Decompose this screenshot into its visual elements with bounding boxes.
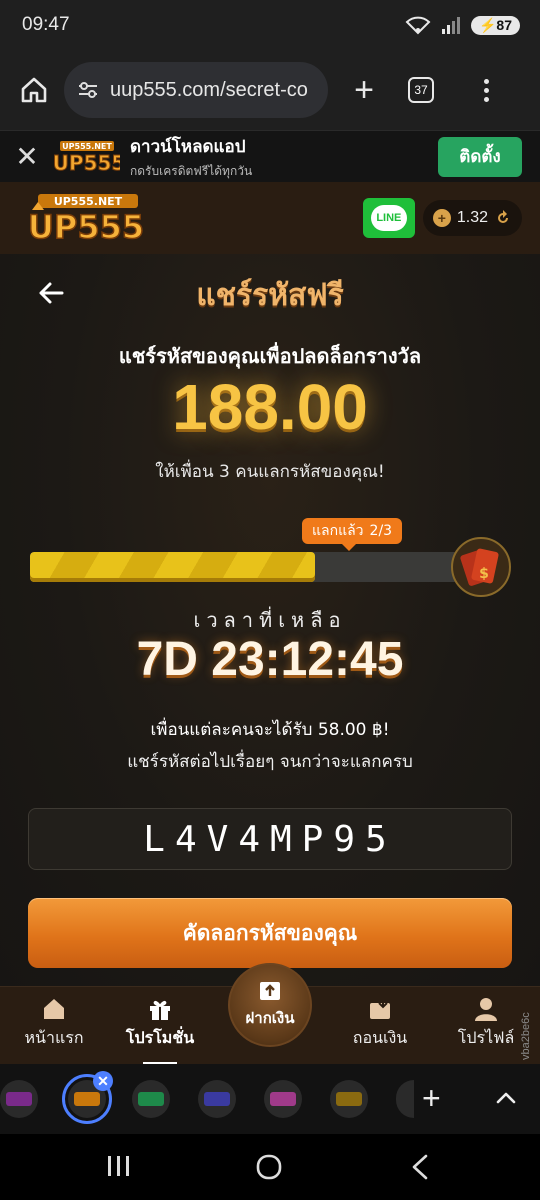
progress-fill — [30, 552, 316, 582]
url-text: uup555.com/secret-co — [110, 78, 308, 101]
browser-menu-button[interactable] — [466, 78, 506, 102]
progress-tooltip: แลกแล้ว 2/3 — [302, 518, 403, 551]
banner-app-logo: UP555.NET UP555 — [54, 140, 120, 173]
site-settings-icon[interactable] — [76, 78, 100, 102]
svg-text:UP555: UP555 — [28, 208, 144, 244]
status-icons: ⚡87 — [405, 15, 520, 35]
progress-count: 2/3 — [369, 523, 393, 539]
signal-icon — [441, 17, 460, 34]
coin-icon: + — [432, 209, 451, 227]
nav-deposit[interactable]: ฝากเงิน — [228, 963, 312, 1047]
nav-withdraw-label: ถอนเงิน — [352, 1028, 408, 1047]
balance-value: 1.32 — [456, 209, 488, 226]
status-time: 09:47 — [22, 14, 70, 35]
balance-display: + 1.32 — [422, 200, 522, 236]
nav-profile-label: โปรไฟล์ — [457, 1028, 515, 1047]
tab-thumbnail[interactable] — [264, 1080, 302, 1118]
invite-text: ให้เพื่อน 3 คนแลกรหัสของคุณ! — [155, 462, 385, 482]
nav-home[interactable]: หน้าแรก — [14, 987, 94, 1065]
install-button[interactable]: ติดตั้ง — [438, 136, 522, 177]
status-bar: 09:47 ⚡87 — [0, 0, 540, 50]
nav-withdraw[interactable]: ถอนเงิน — [338, 987, 422, 1065]
svg-text:UP555.NET: UP555.NET — [62, 142, 112, 151]
tab-thumbnail[interactable] — [330, 1080, 368, 1118]
profile-icon — [475, 998, 497, 1021]
nav-promotion-label: โปรโมชั่น — [125, 1028, 195, 1047]
share-code-panel: แชร์รหัสฟรี แชร์รหัสของคุณเพื่อปลดล็อกรา… — [0, 254, 540, 986]
copy-code-button[interactable]: คัดลอกรหัสของคุณ — [28, 898, 512, 968]
reward-amount: 188.00 — [172, 371, 368, 443]
progress-bar — [30, 552, 458, 582]
red-envelope-icon: $ — [451, 537, 511, 597]
back-icon[interactable] — [408, 1154, 432, 1180]
progress-label: แลกแล้ว — [312, 523, 364, 539]
nav-promotion[interactable]: โปรโมชั่น — [118, 987, 202, 1065]
share-code-display[interactable]: L4V4MP95 — [28, 808, 512, 870]
wallet-icon — [370, 998, 390, 1019]
home-icon — [21, 77, 47, 103]
countdown-timer: 7D 23:12:45 — [136, 633, 404, 686]
browser-home-button[interactable] — [4, 75, 64, 105]
tab-thumbnail[interactable] — [198, 1080, 236, 1118]
new-tab-button[interactable]: + — [334, 71, 394, 110]
nav-deposit-label: ฝากเงิน — [245, 1009, 295, 1027]
chevron-up-icon[interactable] — [494, 1086, 518, 1110]
recent-apps-icon[interactable] — [106, 1154, 132, 1178]
banner-title: ดาวน์โหลดแอป — [130, 136, 246, 157]
share-instruction-text: แชร์รหัสต่อไปเรื่อยๆ จนกว่าจะแลกครบ — [127, 752, 413, 772]
tab-thumbnail[interactable] — [0, 1080, 38, 1118]
wifi-icon — [405, 16, 431, 35]
friend-reward-text: เพื่อนแต่ละคนจะได้รับ 58.00 ฿! — [150, 720, 390, 740]
side-code-text: vba2be6c — [520, 1012, 532, 1060]
tab-switcher-button[interactable]: 37 — [408, 77, 434, 103]
line-label: LINE — [370, 205, 407, 231]
tab-thumbnail[interactable] — [132, 1080, 170, 1118]
share-subtitle: แชร์รหัสของคุณเพื่อปลดล็อกรางวัล — [118, 344, 422, 368]
svg-text:$: $ — [479, 566, 489, 582]
app-download-banner: ✕ UP555.NET UP555 ดาวน์โหลดแอป กดรับเครด… — [0, 130, 540, 182]
tab-add-icon[interactable]: + — [422, 1080, 441, 1117]
browser-toolbar: uup555.com/secret-co + 37 — [0, 50, 540, 130]
svg-text:UP555: UP555 — [54, 151, 120, 173]
gift-icon — [150, 1000, 170, 1020]
bottom-nav: หน้าแรก โปรโมชั่น ฝากเงิน ถอนเงิน โปรไฟล… — [0, 963, 540, 1065]
banner-close-button[interactable]: ✕ — [0, 140, 54, 173]
line-contact-button[interactable]: LINE — [362, 198, 415, 238]
home-circle-icon[interactable] — [256, 1154, 282, 1180]
nav-home-label: หน้าแรก — [24, 1028, 84, 1047]
system-nav-bar — [0, 1134, 540, 1200]
refresh-icon[interactable] — [494, 209, 512, 227]
site-header: UP555.NET UP555 LINE + 1.32 — [0, 182, 540, 254]
banner-subtitle: กดรับเครดิตฟรีได้ทุกวัน — [130, 163, 253, 178]
page-title: แชร์รหัสฟรี — [196, 278, 344, 313]
svg-text:UP555.NET: UP555.NET — [54, 195, 123, 208]
battery-level: 87 — [496, 16, 512, 33]
home-nav-icon — [44, 999, 64, 1019]
deposit-icon — [260, 982, 280, 1000]
battery-icon: ⚡87 — [470, 15, 520, 35]
nav-profile[interactable]: โปรไฟล์ — [446, 987, 526, 1065]
site-logo[interactable]: UP555.NET UP555 — [24, 192, 146, 244]
tab-close-icon[interactable]: ✕ — [93, 1071, 113, 1091]
address-bar[interactable]: uup555.com/secret-co — [64, 62, 328, 118]
